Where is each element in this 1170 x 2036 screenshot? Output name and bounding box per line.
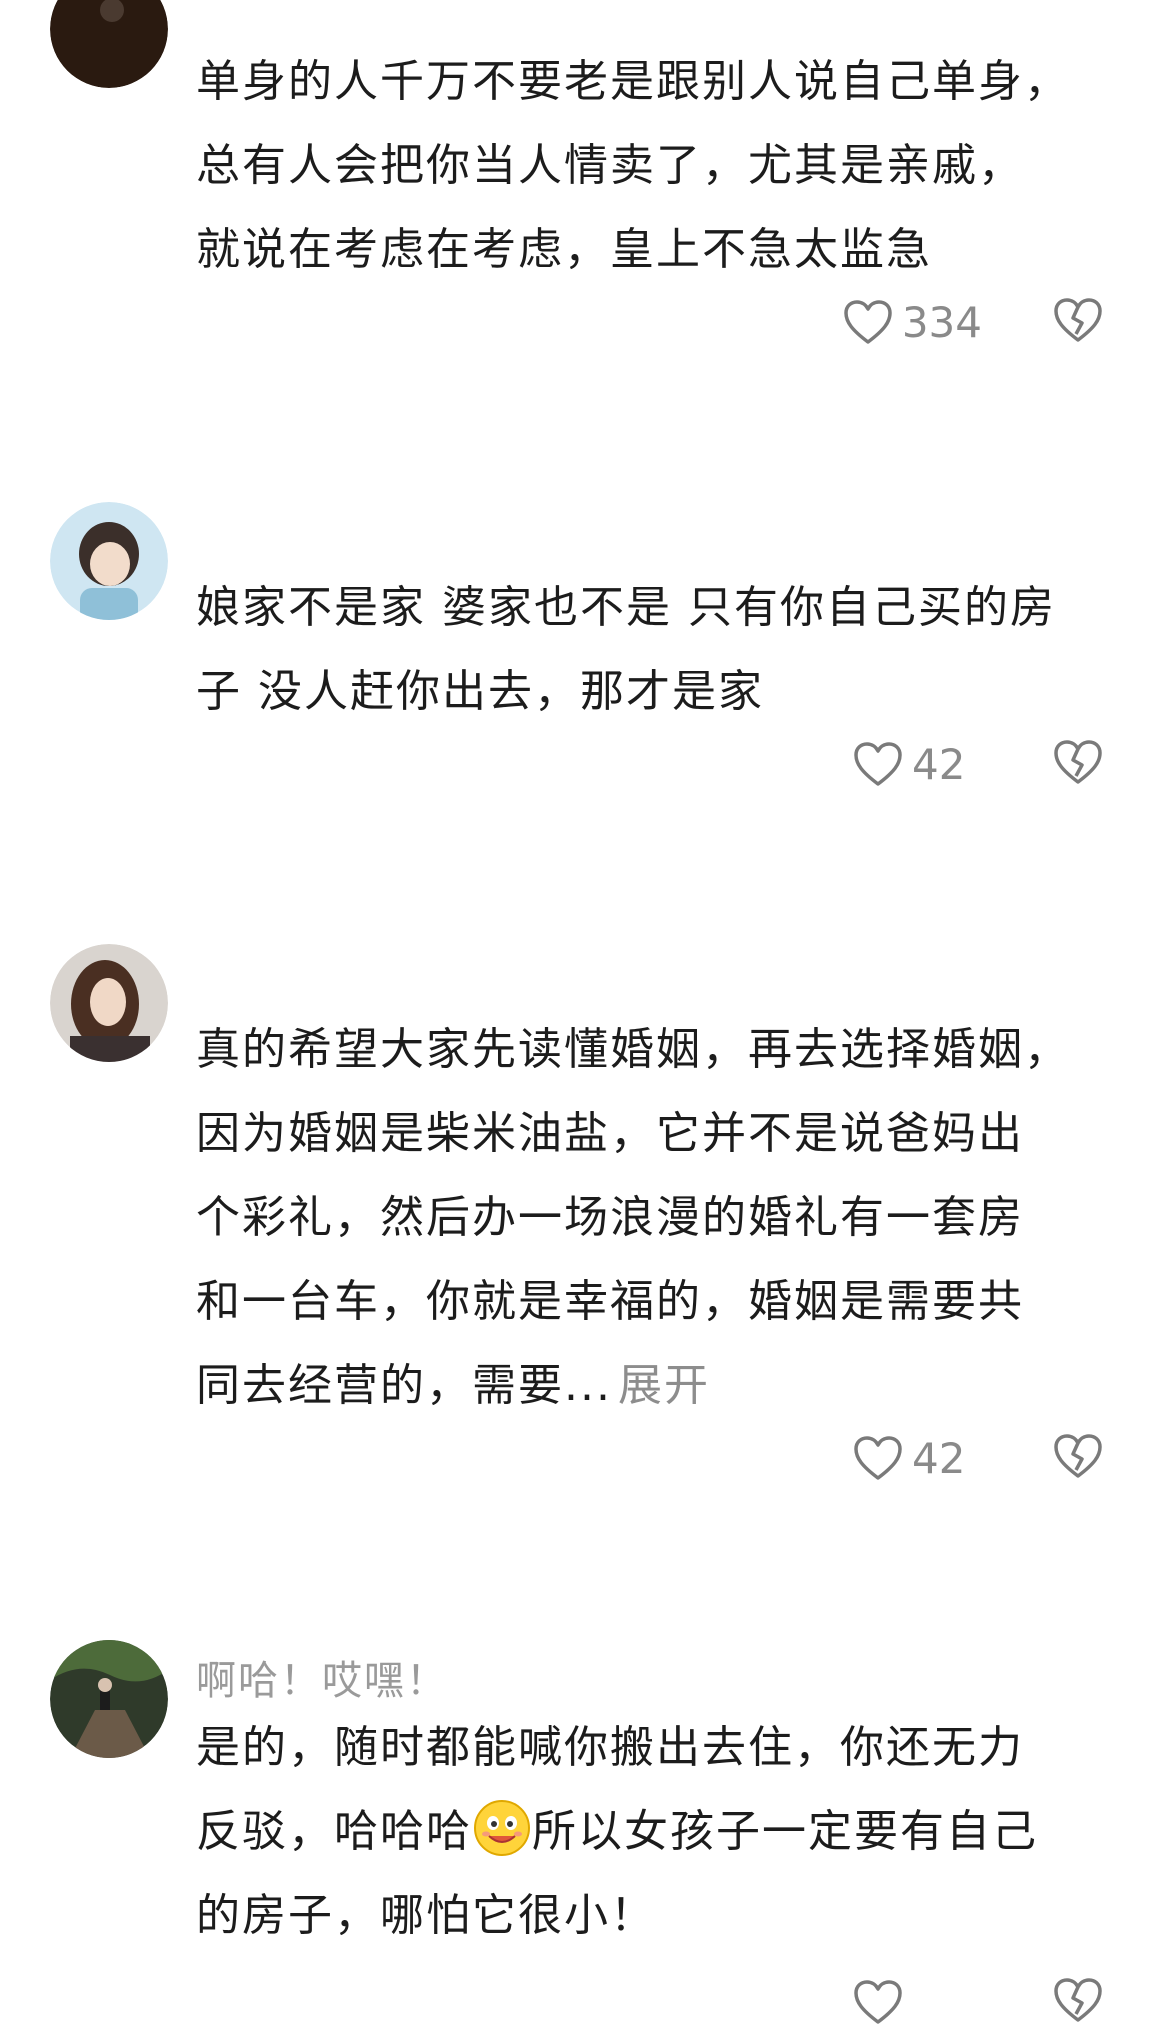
- like-count: 334: [901, 297, 982, 347]
- comment-line: 和一台车，你就是幸福的，婚姻是需要共: [196, 1276, 1024, 1327]
- comment-line: 个彩礼，然后办一场浪漫的婚礼有一套房: [196, 1192, 1024, 1243]
- heart-outline-icon: [844, 300, 892, 344]
- comment-line: 同去经营的，需要... 展开: [196, 1344, 1136, 1428]
- avatar[interactable]: [50, 1640, 168, 1758]
- comment-line: 单身的人千万不要老是跟别人说自己单身，: [196, 56, 1070, 107]
- comment-line: 真的希望大家先读懂婚姻，再去选择婚姻，: [196, 1024, 1070, 1075]
- heart-outline-icon: [854, 1436, 902, 1480]
- avatar[interactable]: [50, 502, 168, 620]
- comment-text: 单身的人千万不要老是跟别人说自己单身， 总有人会把你当人情卖了，尤其是亲戚， 就…: [196, 40, 1136, 292]
- comment-actions: 42: [852, 1428, 1104, 1488]
- comment-line: 总有人会把你当人情卖了，尤其是亲戚，: [196, 140, 1024, 191]
- like-button[interactable]: 42: [852, 740, 982, 789]
- comment-text: 娘家不是家 婆家也不是 只有你自己买的房 子 没人赶你出去，那才是家: [196, 566, 1136, 734]
- comment-line-text: 所以女孩子一定要有自己: [532, 1806, 1038, 1857]
- comment-line: 因为婚姻是柴米油盐，它并不是说爸妈出: [196, 1108, 1024, 1159]
- avatar[interactable]: [50, 944, 168, 1062]
- like-button[interactable]: 334: [842, 298, 982, 347]
- heart-outline-icon: [854, 742, 902, 786]
- comment-text: 是的，随时都能喊你搬出去住，你还无力 反驳，哈哈哈 所以女孩子一定要有自己 的房子…: [196, 1706, 1136, 1958]
- comment-actions: 42: [852, 734, 1104, 794]
- broken-heart-icon: [1054, 1978, 1102, 2022]
- comment-username[interactable]: 啊哈！哎嘿！: [196, 1648, 448, 1706]
- heart-outline-icon: [854, 1980, 902, 2024]
- comment-line-text: 同去经营的，需要...: [196, 1360, 612, 1411]
- smiley-emoji-icon: [474, 1800, 530, 1856]
- comment-line: 是的，随时都能喊你搬出去住，你还无力: [196, 1722, 1024, 1773]
- broken-heart-icon: [1054, 740, 1102, 784]
- broken-heart-icon: [1054, 298, 1102, 342]
- avatar[interactable]: [50, 0, 168, 88]
- comment-line: 就说在考虑在考虑，皇上不急太监急: [196, 224, 932, 275]
- comment-line: 的房子，哪怕它很小！: [196, 1890, 656, 1941]
- comment-line: 反驳，哈哈哈 所以女孩子一定要有自己: [196, 1790, 1136, 1874]
- comment-line: 子 没人赶你出去，那才是家: [196, 666, 764, 717]
- like-button[interactable]: 42: [852, 1434, 982, 1483]
- comment-actions: [852, 1972, 1104, 2032]
- like-button[interactable]: [852, 1978, 982, 2026]
- dislike-button[interactable]: [1052, 296, 1104, 348]
- like-count: 42: [912, 1433, 966, 1483]
- dislike-button[interactable]: [1052, 738, 1104, 790]
- comment-actions: 334: [842, 292, 1104, 352]
- broken-heart-icon: [1054, 1434, 1102, 1478]
- dislike-button[interactable]: [1052, 1976, 1104, 2028]
- like-count: 42: [912, 739, 966, 789]
- dislike-button[interactable]: [1052, 1432, 1104, 1484]
- comment-text: 真的希望大家先读懂婚姻，再去选择婚姻， 因为婚姻是柴米油盐，它并不是说爸妈出 个…: [196, 1008, 1136, 1428]
- expand-link[interactable]: 展开: [618, 1360, 710, 1411]
- comment-line: 娘家不是家 婆家也不是 只有你自己买的房: [196, 582, 1056, 633]
- comment-line-text: 反驳，哈哈哈: [196, 1806, 472, 1857]
